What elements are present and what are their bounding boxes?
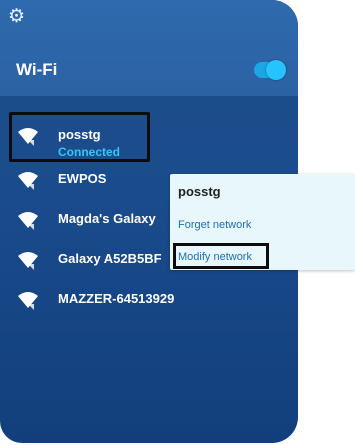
forget-network-option[interactable]: Forget network <box>178 219 251 231</box>
wifi-toggle[interactable] <box>254 60 286 80</box>
network-name: Galaxy A52B5BF <box>58 251 162 266</box>
wifi-icon <box>18 172 38 190</box>
wifi-icon <box>18 252 38 270</box>
page-title: Wi-Fi <box>16 60 58 79</box>
network-item-mazzer[interactable]: MAZZER-64513929 <box>0 282 298 318</box>
gear-icon[interactable]: ⚙ <box>8 7 26 26</box>
network-name: Magda's Galaxy <box>58 211 156 226</box>
popup-title: posstg <box>178 184 221 199</box>
network-name: EWPOS <box>58 171 107 186</box>
wifi-header: ⚙ Wi-Fi <box>0 0 298 96</box>
wifi-icon <box>18 212 38 230</box>
modify-network-highlight <box>173 243 269 269</box>
network-name: MAZZER-64513929 <box>58 291 175 306</box>
wifi-icon <box>18 292 38 310</box>
toggle-knob <box>266 60 286 80</box>
connected-network-highlight <box>9 112 150 162</box>
